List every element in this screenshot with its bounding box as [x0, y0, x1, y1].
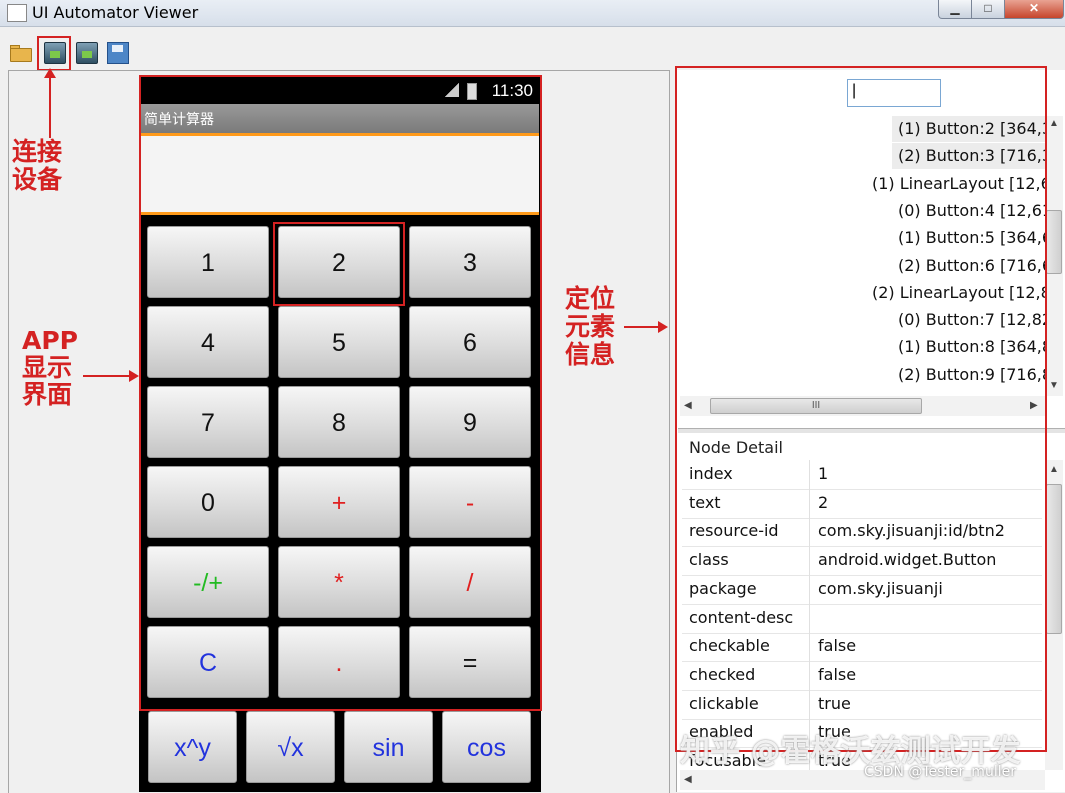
- selected-button-highlight-box: [273, 222, 405, 306]
- detail-vertical-scroll-thumb[interactable]: [1046, 484, 1062, 634]
- annotation-arrow: [624, 326, 660, 328]
- open-folder-icon[interactable]: [10, 42, 32, 62]
- device-screenshot-compressed-icon[interactable]: [76, 42, 98, 64]
- arrow-head-icon: [129, 370, 139, 382]
- annotation-locate-element: 定位元素信息: [565, 284, 616, 369]
- arrow-head-icon: [658, 321, 668, 333]
- annotation-arrow: [83, 375, 131, 377]
- function-button[interactable]: cos: [442, 711, 531, 783]
- csdn-watermark: CSDN @Tester_muller: [864, 764, 1016, 780]
- window-title: UI Automator Viewer: [32, 3, 199, 22]
- folder-body-shape: [10, 48, 32, 62]
- save-icon[interactable]: [107, 42, 129, 64]
- window-titlebar: UI Automator Viewer: [0, 0, 1065, 27]
- annotation-app-display: APP显示界面: [22, 326, 78, 409]
- locate-element-highlight-box: [675, 66, 1047, 752]
- arrow-head-icon: [44, 68, 56, 78]
- tree-vertical-scroll-thumb[interactable]: [1046, 210, 1062, 274]
- app-display-highlight-box: [139, 75, 542, 711]
- scroll-left-icon[interactable]: ◀: [684, 774, 692, 785]
- function-button[interactable]: sin: [344, 711, 433, 783]
- function-button[interactable]: √x: [246, 711, 335, 783]
- function-button[interactable]: x^y: [148, 711, 237, 783]
- connect-device-highlight-box: [37, 36, 71, 71]
- scroll-down-icon[interactable]: ▼: [1049, 380, 1059, 391]
- maximize-button[interactable]: □: [971, 0, 1005, 19]
- close-button[interactable]: ✕: [1004, 0, 1064, 19]
- minimize-button[interactable]: ▁: [938, 0, 972, 19]
- annotation-connect-device: 连接设备: [12, 137, 63, 194]
- scroll-up-icon[interactable]: ▲: [1049, 464, 1059, 475]
- app-window-icon: [7, 4, 27, 22]
- scroll-up-icon[interactable]: ▲: [1049, 118, 1059, 129]
- annotation-arrow: [49, 72, 51, 138]
